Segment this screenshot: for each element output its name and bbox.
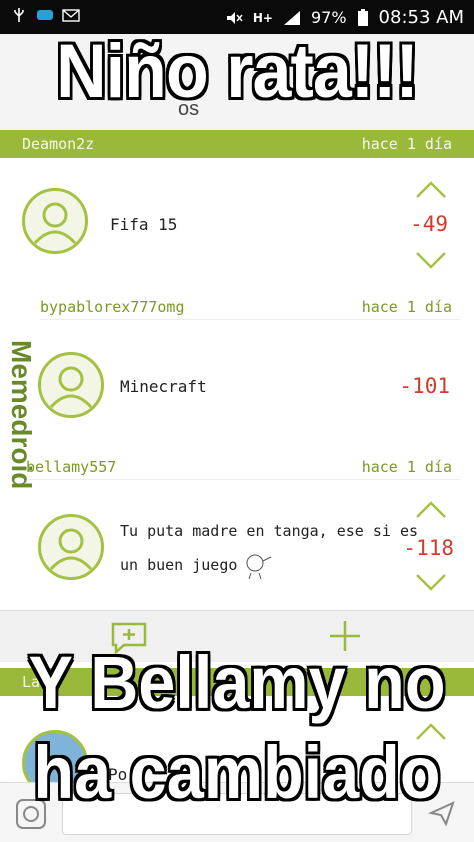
comment-header: bypablorex777omg hace 1 día (40, 296, 460, 320)
memedroid-watermark: Memedroid (6, 340, 37, 489)
avatar[interactable] (38, 514, 104, 580)
comment-score: -118 (403, 536, 454, 560)
mail-icon (62, 9, 80, 22)
comments-list: Deamon2z hace 1 día Fifa 15 -49 bypablor… (0, 130, 474, 610)
chevron-up-icon[interactable] (414, 178, 448, 200)
comment-username[interactable]: bypablorex777omg (40, 298, 185, 316)
meme-bottom-caption-line1: Y Bellamy no (27, 640, 447, 726)
comment-header: Deamon2z hace 1 día (0, 130, 474, 158)
voicemail-icon (37, 10, 53, 20)
watermark-text: Memedroid (6, 340, 37, 489)
clock: 08:53 AM (378, 7, 464, 28)
comment-username[interactable]: Deamon2z (22, 135, 94, 153)
rage-face-icon (246, 554, 272, 579)
comment-time: hace 1 día (361, 458, 452, 476)
avatar[interactable] (22, 188, 88, 254)
comment-header: bellamy557 hace 1 día (26, 456, 460, 480)
comment-text: Minecraft (120, 377, 207, 396)
meme-top-caption: Niño rata!!! (55, 28, 421, 116)
comment-score: -101 (399, 374, 450, 398)
battery-icon (357, 8, 368, 26)
usb-icon (14, 8, 24, 22)
comment-text-line: Tu puta madre en tanga, ese si es (120, 522, 419, 540)
avatar[interactable] (38, 352, 104, 418)
comment-text: Tu puta madre en tanga, ese si es un bue… (120, 514, 418, 582)
mute-icon (226, 11, 243, 24)
user-icon (49, 366, 93, 409)
chevron-up-icon[interactable] (414, 498, 448, 520)
comment-time: hace 1 día (361, 135, 452, 153)
user-icon (49, 528, 93, 571)
comment-time: hace 1 día (361, 298, 452, 316)
user-icon (33, 202, 77, 245)
chevron-down-icon[interactable] (414, 572, 448, 594)
signal-icon (283, 10, 300, 25)
comment-score: -49 (410, 212, 448, 236)
comment-text: Fifa 15 (110, 215, 178, 234)
battery-percent: 97% (310, 8, 347, 27)
comment-text-line: un buen juego (120, 556, 238, 574)
network-type: H+ (252, 10, 273, 25)
chevron-down-icon[interactable] (414, 250, 448, 272)
meme-bottom-caption-line2: ha cambiado (32, 730, 442, 816)
